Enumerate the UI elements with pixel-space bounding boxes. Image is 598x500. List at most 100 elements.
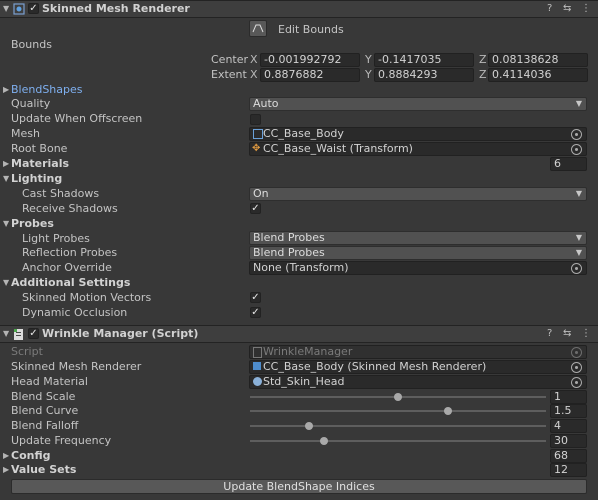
- config-foldout[interactable]: Config: [11, 449, 51, 463]
- quality-dropdown[interactable]: Auto ▼: [249, 97, 587, 111]
- update-frequency-slider-thumb[interactable]: [320, 437, 328, 445]
- extent-x-axis-label: X: [250, 68, 258, 81]
- center-label: Center: [211, 53, 249, 66]
- value-sets-fold-arrow-icon[interactable]: ▶: [3, 463, 9, 477]
- update-frequency-label: Update Frequency: [11, 434, 112, 447]
- edit-bounds-label: Edit Bounds: [278, 23, 344, 36]
- blend-scale-slider-thumb[interactable]: [394, 393, 402, 401]
- component-title: Skinned Mesh Renderer: [42, 2, 190, 15]
- preset-sliders-icon[interactable]: ⇆: [563, 3, 571, 15]
- lighting-fold-arrow-icon[interactable]: ▼: [3, 172, 9, 186]
- skinned-motion-vectors-checkbox[interactable]: ✓: [250, 292, 261, 303]
- blend-scale-value-field[interactable]: 1: [550, 390, 587, 404]
- light-probes-dropdown[interactable]: Blend Probes ▼: [249, 231, 587, 245]
- additional-settings-fold-arrow-icon[interactable]: ▼: [3, 276, 9, 290]
- probes-foldout[interactable]: Probes: [11, 217, 54, 231]
- wrinkle-manager-header[interactable]: ▼ ✓ Wrinkle Manager (Script) ? ⇆ ⋮: [0, 325, 598, 343]
- extent-label: Extent: [211, 68, 247, 81]
- blend-curve-value-field[interactable]: 1.5: [550, 404, 587, 418]
- center-z-field[interactable]: 0.08138628: [488, 53, 588, 67]
- update-blendshape-indices-button[interactable]: Update BlendShape Indices: [11, 479, 587, 494]
- center-y-axis-label: Y: [365, 53, 372, 66]
- center-x-field[interactable]: -0.001992792: [260, 53, 360, 67]
- probes-fold-arrow-icon[interactable]: ▼: [3, 217, 9, 231]
- material-sphere-icon: [253, 377, 262, 386]
- script-value: WrinkleManager: [263, 345, 353, 358]
- blendshapes-fold-arrow-icon[interactable]: ▶: [3, 83, 9, 97]
- object-picker-icon[interactable]: [571, 362, 582, 373]
- skinned-mesh-renderer-icon: [13, 3, 25, 15]
- root-bone-value: CC_Base_Waist (Transform): [263, 142, 413, 155]
- lighting-foldout[interactable]: Lighting: [11, 172, 62, 186]
- edit-bounds-button[interactable]: [249, 20, 267, 37]
- update-when-offscreen-checkbox[interactable]: [250, 114, 261, 125]
- extent-z-axis-label: Z: [479, 68, 487, 81]
- quality-value: Auto: [253, 97, 279, 110]
- object-picker-icon[interactable]: [571, 263, 582, 274]
- blend-falloff-value-field[interactable]: 4: [550, 419, 587, 433]
- cast-shadows-dropdown[interactable]: On ▼: [249, 187, 587, 201]
- center-z-axis-label: Z: [479, 53, 487, 66]
- extent-x-field[interactable]: 0.8876882: [260, 68, 360, 82]
- collapse-arrow-icon[interactable]: ▼: [3, 327, 9, 341]
- help-icon[interactable]: ?: [547, 328, 552, 340]
- mesh-field[interactable]: CC_Base_Body: [249, 127, 587, 141]
- object-picker-icon: [571, 347, 582, 358]
- bounds-label: Bounds: [11, 38, 52, 51]
- object-picker-icon[interactable]: [571, 377, 582, 388]
- update-frequency-value-field[interactable]: 30: [550, 434, 587, 448]
- blend-curve-slider-track[interactable]: [250, 410, 546, 412]
- light-probes-value: Blend Probes: [253, 231, 325, 244]
- anchor-override-value: None (Transform): [253, 261, 349, 274]
- dropdown-arrow-icon: ▼: [575, 99, 582, 108]
- kebab-menu-icon[interactable]: ⋮: [581, 328, 591, 340]
- blend-curve-slider-thumb[interactable]: [444, 407, 453, 415]
- object-picker-icon[interactable]: [571, 144, 582, 155]
- wrinkle-manager-enabled-checkbox[interactable]: ✓: [28, 328, 39, 339]
- config-fold-arrow-icon[interactable]: ▶: [3, 449, 9, 463]
- script-field: WrinkleManager: [249, 345, 587, 359]
- reflection-probes-dropdown[interactable]: Blend Probes ▼: [249, 246, 587, 260]
- skinned-mesh-renderer-header[interactable]: ▼ ✓ Skinned Mesh Renderer ? ⇆ ⋮: [0, 0, 598, 18]
- head-material-field[interactable]: Std_Skin_Head: [249, 375, 587, 389]
- anchor-override-field[interactable]: None (Transform): [249, 261, 587, 275]
- head-material-value: Std_Skin_Head: [263, 375, 345, 388]
- transform-icon: ✥: [252, 143, 261, 154]
- config-count-field[interactable]: 68: [550, 449, 587, 463]
- light-probes-label: Light Probes: [22, 232, 90, 245]
- anchor-override-label: Anchor Override: [22, 261, 112, 274]
- additional-settings-foldout[interactable]: Additional Settings: [11, 276, 130, 290]
- receive-shadows-checkbox[interactable]: ✓: [250, 203, 261, 214]
- root-bone-field[interactable]: ✥ CC_Base_Waist (Transform): [249, 142, 587, 156]
- blend-falloff-slider-thumb[interactable]: [305, 422, 314, 430]
- preset-sliders-icon[interactable]: ⇆: [563, 328, 571, 340]
- mesh-grid-icon: [253, 129, 263, 139]
- materials-count-field[interactable]: 6: [550, 157, 587, 171]
- extent-z-field[interactable]: 0.4114036: [488, 68, 588, 82]
- skinned-mesh-renderer-enabled-checkbox[interactable]: ✓: [28, 3, 39, 14]
- kebab-menu-icon[interactable]: ⋮: [581, 3, 591, 15]
- update-when-offscreen-label: Update When Offscreen: [11, 112, 143, 125]
- blendshapes-foldout[interactable]: BlendShapes: [11, 83, 83, 97]
- dropdown-arrow-icon: ▼: [575, 189, 582, 198]
- skinned-mesh-renderer-ref-field[interactable]: CC_Base_Body (Skinned Mesh Renderer): [249, 360, 587, 374]
- blend-falloff-slider-track[interactable]: [250, 425, 546, 427]
- receive-shadows-label: Receive Shadows: [22, 202, 118, 215]
- head-material-label: Head Material: [11, 375, 88, 388]
- reflection-probes-value: Blend Probes: [253, 246, 325, 259]
- component-title: Wrinkle Manager (Script): [42, 327, 199, 340]
- object-picker-icon[interactable]: [571, 129, 582, 140]
- help-icon[interactable]: ?: [547, 3, 552, 15]
- dynamic-occlusion-checkbox[interactable]: ✓: [250, 307, 261, 318]
- center-x-axis-label: X: [250, 53, 258, 66]
- blend-curve-label: Blend Curve: [11, 404, 79, 417]
- value-sets-foldout[interactable]: Value Sets: [11, 463, 76, 477]
- materials-foldout[interactable]: Materials: [11, 157, 69, 171]
- collapse-arrow-icon[interactable]: ▼: [3, 2, 9, 16]
- script-label: Script: [11, 345, 43, 358]
- center-y-field[interactable]: -0.1417035: [374, 53, 474, 67]
- extent-y-field[interactable]: 0.8884293: [374, 68, 474, 82]
- update-frequency-slider-track[interactable]: [250, 440, 546, 442]
- materials-fold-arrow-icon[interactable]: ▶: [3, 157, 9, 171]
- value-sets-count-field[interactable]: 12: [550, 463, 587, 477]
